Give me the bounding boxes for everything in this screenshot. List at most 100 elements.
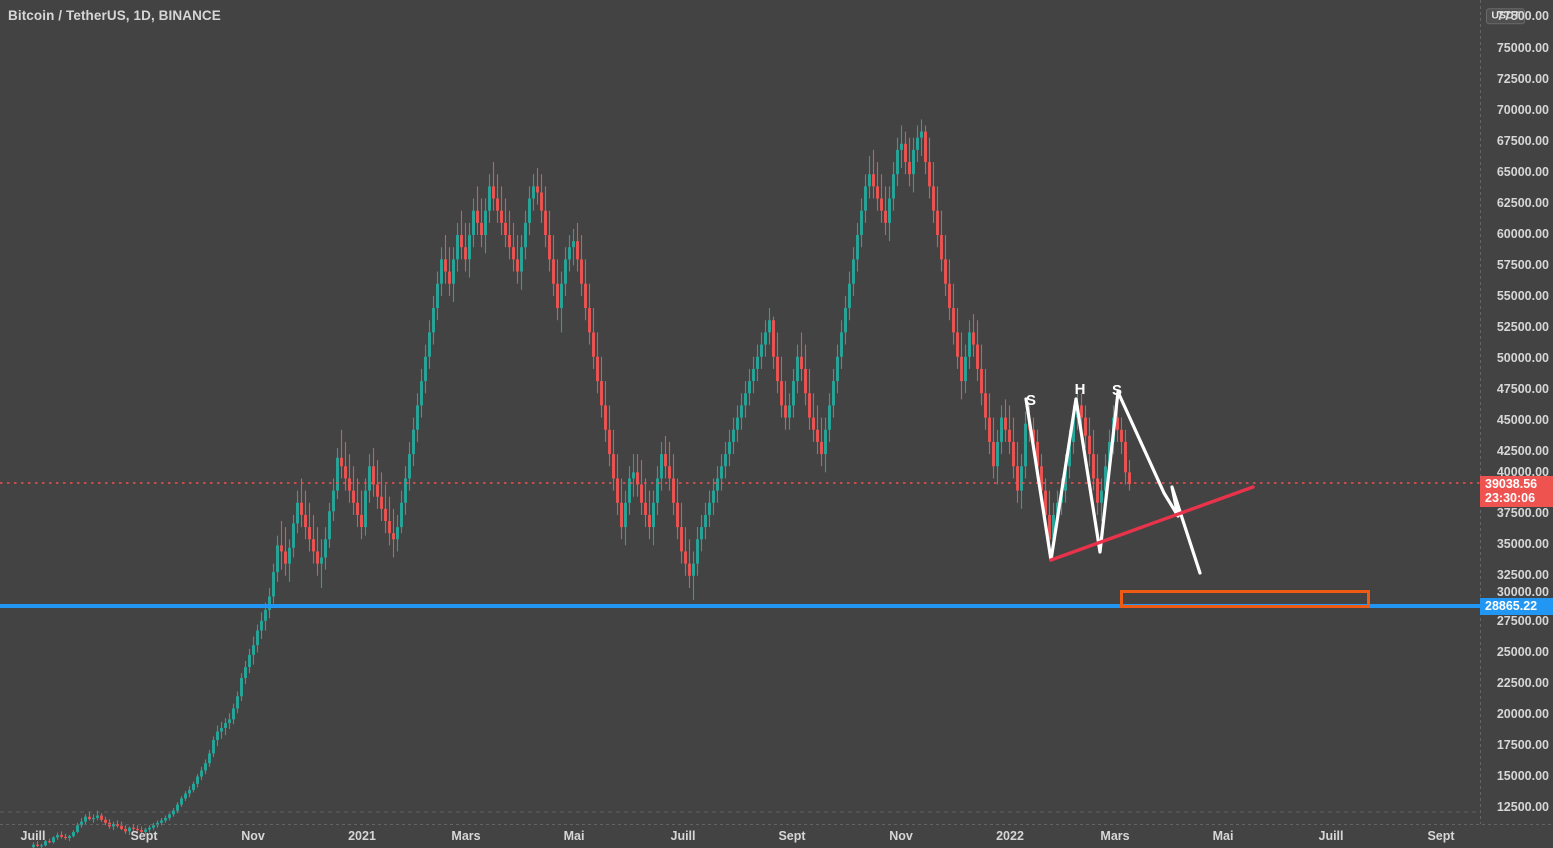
candle-body: [100, 815, 103, 820]
candle-body: [700, 527, 703, 540]
candle-body: [844, 308, 847, 333]
support-price-badge[interactable]: 28865.22: [1480, 598, 1553, 615]
candle-body: [640, 484, 643, 503]
candle-body: [652, 502, 655, 528]
candle-body: [772, 320, 775, 357]
candle-body: [956, 332, 959, 357]
candle-body: [504, 222, 507, 236]
candle-body: [384, 508, 387, 522]
candle-body: [828, 405, 831, 430]
candle-body: [264, 609, 267, 621]
candle-body: [612, 454, 615, 479]
price-tick-label: 40000.00: [1496, 465, 1549, 479]
candle-body: [880, 198, 883, 211]
candle-body: [584, 283, 587, 309]
candle-body: [160, 820, 163, 823]
candle-body: [1008, 429, 1011, 442]
candle-body: [1012, 441, 1015, 467]
candle-body: [996, 441, 999, 467]
last-price-badge[interactable]: 39038.56 23:30:06: [1480, 476, 1553, 507]
bar-countdown: 23:30:06: [1485, 491, 1536, 505]
candle-body: [864, 186, 867, 211]
price-tick-label: 22500.00: [1496, 676, 1549, 690]
candle-body: [1024, 423, 1027, 467]
candle-body: [808, 393, 811, 418]
candle-body: [684, 551, 687, 564]
pattern-label[interactable]: H: [1075, 382, 1086, 397]
candle-body: [928, 162, 931, 187]
price-tick-label: 20000.00: [1496, 707, 1549, 721]
candle-body: [468, 235, 471, 260]
candle-body: [820, 441, 823, 455]
candle-body: [236, 696, 239, 709]
candle-body: [304, 514, 307, 528]
candle-body: [616, 478, 619, 503]
pattern-label[interactable]: S: [1112, 383, 1122, 398]
candle-body: [228, 719, 231, 724]
candle-body: [912, 149, 915, 175]
candle-body: [316, 551, 319, 564]
candle-body: [176, 804, 179, 811]
candle-body: [1124, 441, 1127, 473]
candle-body: [440, 259, 443, 284]
candle-body: [256, 630, 259, 646]
candle-body: [428, 332, 431, 357]
candle-body: [840, 332, 843, 357]
candle-body: [800, 356, 803, 369]
candle-body: [472, 210, 475, 236]
time-tick-label: Sept: [1427, 829, 1455, 843]
candle-body: [388, 521, 391, 534]
candle-body: [908, 162, 911, 175]
chart-canvas: [0, 0, 1553, 848]
candle-body: [924, 131, 927, 163]
candle-body: [904, 143, 907, 163]
candle-body: [400, 502, 403, 528]
price-tick-label: 25000.00: [1496, 645, 1549, 659]
time-tick-label: Mars: [1100, 829, 1130, 843]
candle-body: [536, 186, 539, 193]
candle-body: [848, 283, 851, 309]
candle-body: [1120, 429, 1123, 442]
pattern-label[interactable]: S: [1026, 393, 1036, 408]
candle-body: [1080, 405, 1083, 418]
candle-body: [244, 667, 247, 679]
time-axis[interactable]: Juill Sept Nov 2021 Mars Mai Juill Sept Nov 2022 M…: [0, 824, 1553, 848]
candle-body: [960, 356, 963, 382]
candle-body: [512, 247, 515, 260]
candle-body: [648, 514, 651, 528]
candle-body: [788, 405, 791, 418]
candle-body: [444, 259, 447, 272]
price-tick-label: 45000.00: [1496, 413, 1549, 427]
candle-body: [564, 259, 567, 284]
candle-body: [704, 514, 707, 528]
candle-body: [740, 405, 743, 418]
trading-chart[interactable]: Bitcoin / TetherUS, 1D, BINANCE USDT 390…: [0, 0, 1553, 848]
candle-body: [732, 429, 735, 442]
candle-body: [936, 210, 939, 236]
candle-body: [676, 502, 679, 528]
candle-body: [1084, 417, 1087, 436]
candle-body: [892, 174, 895, 199]
candle-body: [460, 235, 463, 248]
candle-body: [344, 466, 347, 479]
candle-body: [784, 405, 787, 418]
time-tick-label: 2022: [996, 829, 1024, 843]
price-tick-label: 30000.00: [1496, 585, 1549, 599]
price-tick-label: 55000.00: [1496, 289, 1549, 303]
time-tick-label: Sept: [778, 829, 806, 843]
candle-body: [552, 259, 555, 284]
target-zone-box[interactable]: [1120, 590, 1370, 608]
candle-body: [492, 186, 495, 199]
price-axis[interactable]: USDT 39038.56 23:30:06 28865.22 77500.00…: [1480, 0, 1553, 824]
candle-body: [776, 356, 779, 382]
candle-body: [88, 816, 91, 820]
candle-body: [620, 502, 623, 528]
candle-body: [524, 222, 527, 248]
support-price-value: 28865.22: [1485, 599, 1538, 613]
candle-body: [92, 817, 95, 820]
candle-body: [308, 527, 311, 540]
neckline-trendline[interactable]: [1049, 485, 1255, 562]
candle-body: [576, 241, 579, 260]
candle-body: [964, 356, 967, 382]
candle-body: [104, 819, 107, 823]
